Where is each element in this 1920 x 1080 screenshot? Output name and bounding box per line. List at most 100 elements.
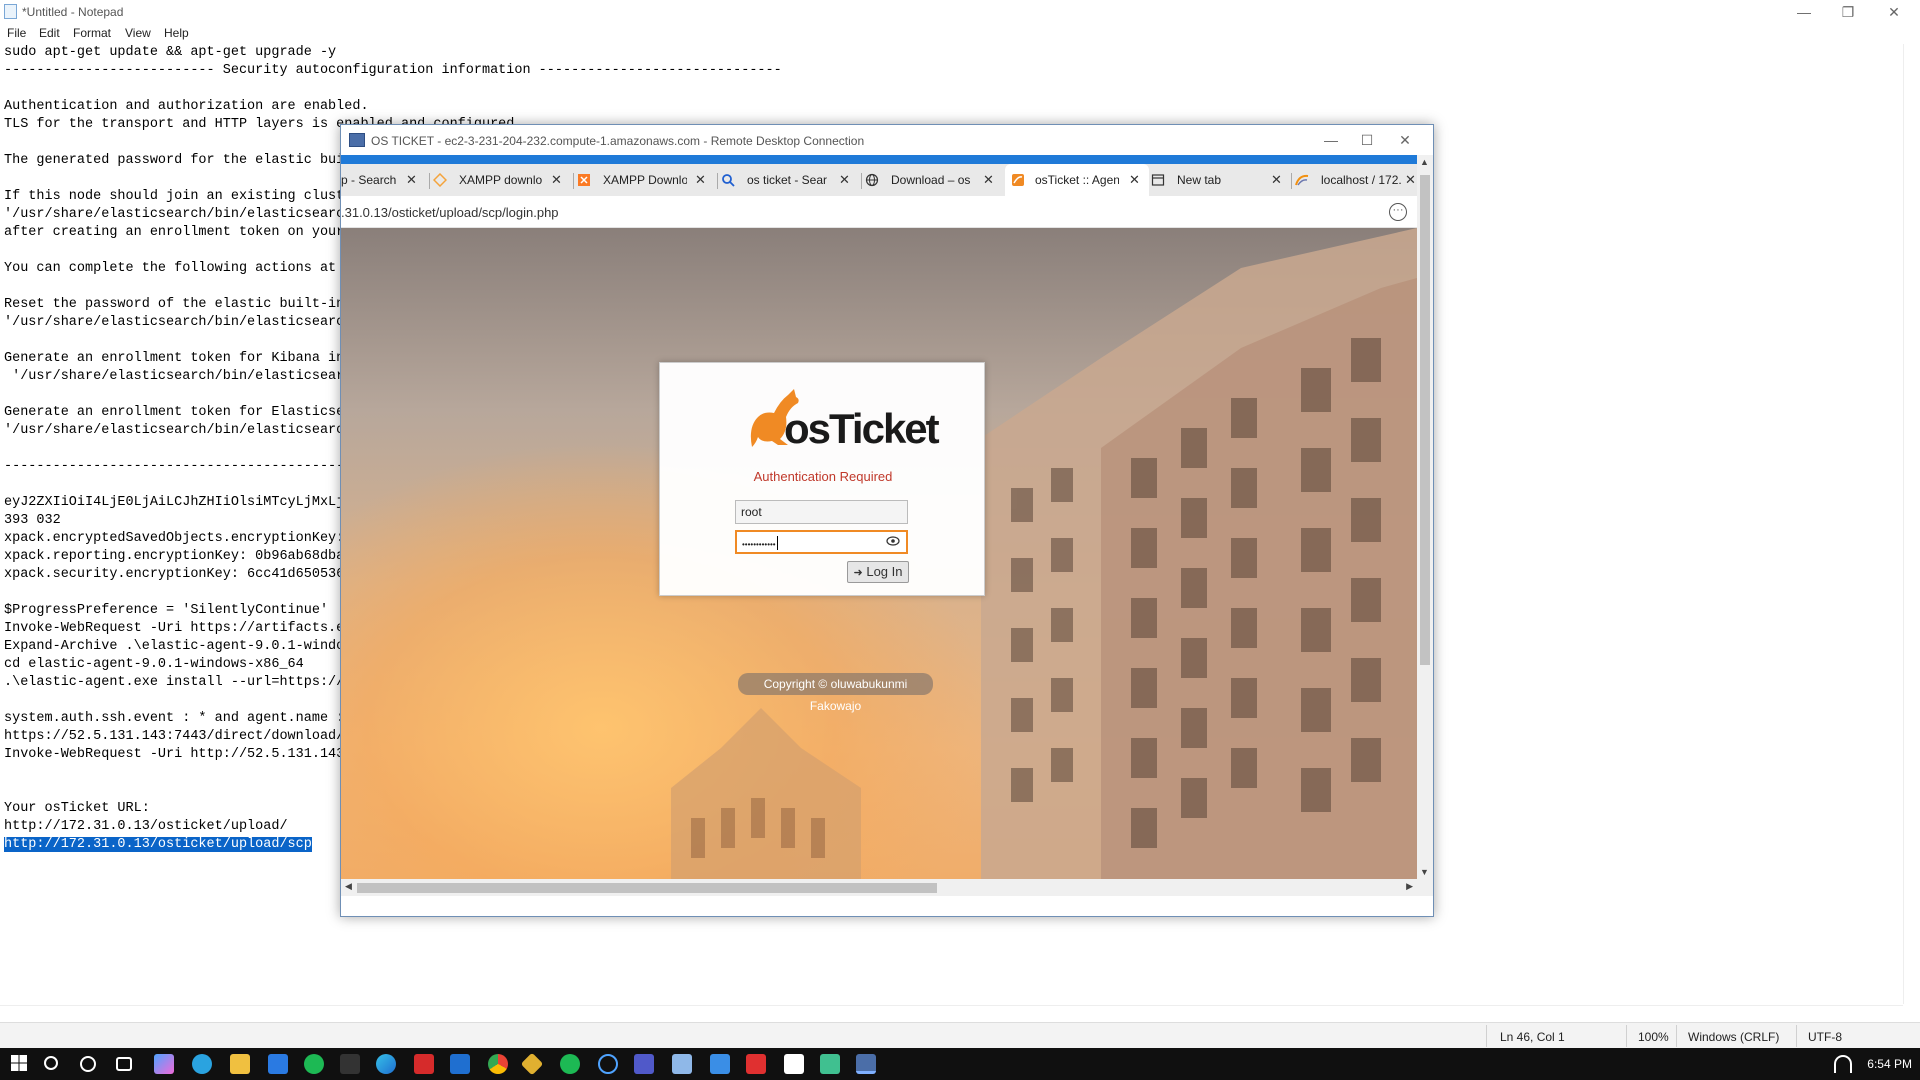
copyright-text: Copyright © oluwabukunmi Fakowajo	[738, 673, 933, 713]
tab-close-icon[interactable]: ✕	[983, 172, 994, 188]
notepad-titlebar[interactable]: *Untitled - Notepad — ❐ ✕	[0, 0, 1920, 24]
remote-desktop-taskbar-icon[interactable]	[856, 1054, 876, 1074]
rdp-horizontal-scrollbar[interactable]: ◀ ▶	[341, 879, 1433, 896]
notepad-line	[4, 80, 1904, 98]
edge-icon[interactable]	[376, 1054, 396, 1074]
rdp-titlebar[interactable]: OS TICKET - ec2-3-231-204-232.compute-1.…	[341, 125, 1433, 155]
tab-new-tab[interactable]: New tab ✕	[1151, 164, 1291, 196]
notepad-app-icon	[4, 4, 17, 19]
remote-app-icon[interactable]	[710, 1054, 730, 1074]
acrobat-icon[interactable]	[414, 1054, 434, 1074]
password-input[interactable]: ••••••••••••	[735, 530, 908, 554]
copilot-icon[interactable]	[154, 1054, 174, 1074]
store-icon[interactable]	[268, 1054, 288, 1074]
selected-text: http://172.31.0.13/osticket/upload/scp	[4, 837, 312, 852]
maximize-button[interactable]: ❐	[1828, 2, 1868, 22]
taskbar-clock[interactable]: 6:54 PM	[1867, 1057, 1912, 1071]
network-app-icon[interactable]	[598, 1054, 618, 1074]
notepad-statusbar: Ln 46, Col 1 100% Windows (CRLF) UTF-8	[0, 1022, 1920, 1048]
tab-close-icon[interactable]: ✕	[1129, 172, 1140, 188]
outlook-icon[interactable]	[450, 1054, 470, 1074]
close-button[interactable]: ✕	[1874, 2, 1914, 22]
file-explorer-icon[interactable]	[230, 1054, 250, 1074]
tab-osticket-agent[interactable]: osTicket :: Agen ✕	[1005, 164, 1149, 196]
vscode-icon[interactable]	[820, 1054, 840, 1074]
scroll-down-arrow-icon[interactable]: ▼	[1420, 867, 1429, 877]
cortana-icon[interactable]	[80, 1056, 96, 1072]
status-encoding: UTF-8	[1808, 1030, 1842, 1044]
tab-label: localhost / 172.	[1321, 173, 1401, 187]
app-window-icon[interactable]	[672, 1054, 692, 1074]
tab-close-icon[interactable]: ✕	[695, 172, 706, 188]
start-icon[interactable]	[10, 1054, 30, 1074]
tab-close-icon[interactable]: ✕	[551, 172, 562, 188]
chrome-icon[interactable]	[488, 1054, 508, 1074]
status-line-ending: Windows (CRLF)	[1688, 1030, 1780, 1044]
app-diamond-icon[interactable]	[520, 1052, 544, 1076]
scroll-up-arrow-icon[interactable]: ▲	[1420, 157, 1429, 167]
tab-xampp-download[interactable]: XAMPP downlo ✕	[433, 164, 573, 196]
tab-close-icon[interactable]: ✕	[1405, 172, 1416, 188]
notepad-line: Authentication and authorization are ena…	[4, 99, 369, 114]
minimize-button[interactable]: —	[1784, 2, 1824, 22]
rdp-vertical-scroll-thumb[interactable]	[1420, 175, 1430, 665]
username-input[interactable]: root	[735, 500, 908, 524]
tab-close-icon[interactable]: ✕	[1271, 172, 1282, 188]
rdp-close-button[interactable]: ✕	[1385, 130, 1425, 150]
spotify-2-icon[interactable]	[560, 1054, 580, 1074]
remote-desktop-icon	[349, 133, 365, 147]
tab-osticket-search[interactable]: os ticket - Sear ✕	[721, 164, 861, 196]
tab-label: Download – os	[891, 173, 971, 187]
tab-label: XAMPP downlo	[459, 173, 543, 187]
logo-text: osTicket	[784, 405, 940, 452]
scroll-left-arrow-icon[interactable]: ◀	[345, 881, 352, 892]
sign-in-icon: ➜	[853, 567, 863, 579]
telegram-icon[interactable]	[192, 1054, 212, 1074]
tab-localhost[interactable]: localhost / 172. ✕	[1295, 164, 1417, 196]
teams-icon[interactable]	[634, 1054, 654, 1074]
network-status-icon[interactable]	[1834, 1055, 1852, 1073]
notepad-horizontal-scrollbar[interactable]	[0, 1005, 1903, 1022]
tab-close-icon[interactable]: ✕	[839, 172, 850, 188]
address-url: .31.0.13/osticket/upload/scp/login.php	[341, 205, 559, 220]
menu-file[interactable]: File	[7, 26, 26, 40]
osticket-logo: osTicket	[744, 387, 940, 452]
task-view-icon[interactable]	[116, 1057, 132, 1071]
osticket-icon	[1012, 174, 1024, 186]
password-value: ••••••••••••	[742, 540, 776, 549]
scroll-right-arrow-icon[interactable]: ▶	[1406, 881, 1413, 892]
app-red-icon[interactable]	[746, 1054, 766, 1074]
status-zoom: 100%	[1638, 1030, 1669, 1044]
tab-close-icon[interactable]: ✕	[406, 172, 417, 188]
browser-viewport: osTicket Authentication Required root ••…	[341, 228, 1417, 879]
rdp-title: OS TICKET - ec2-3-231-204-232.compute-1.…	[371, 134, 865, 148]
login-box: osTicket Authentication Required root ••…	[659, 362, 985, 596]
rdp-minimize-button[interactable]: —	[1311, 130, 1351, 150]
tab-xampp-downloads[interactable]: XAMPP Downlo ✕	[577, 164, 717, 196]
auth-required-message: Authentication Required	[753, 469, 893, 484]
spotify-icon[interactable]	[304, 1054, 324, 1074]
notepad-vertical-scrollbar[interactable]	[1903, 44, 1920, 1004]
rdp-vertical-scrollbar[interactable]: ▲ ▼	[1417, 155, 1433, 879]
menu-edit[interactable]: Edit	[39, 26, 60, 40]
xampp-icon	[578, 174, 590, 186]
notepad-line: sudo apt-get update && apt-get upgrade -…	[4, 45, 337, 60]
more-options-icon[interactable]: ···	[1389, 203, 1407, 221]
menu-format[interactable]: Format	[73, 26, 111, 40]
tab-download-os[interactable]: Download – os ✕	[865, 164, 1005, 196]
address-bar[interactable]: .31.0.13/osticket/upload/scp/login.php ·…	[341, 196, 1417, 228]
tab-label: os ticket - Sear	[747, 173, 828, 187]
show-password-eye-icon[interactable]	[886, 536, 900, 546]
search-icon[interactable]	[44, 1056, 58, 1070]
notepad-title: *Untitled - Notepad	[22, 5, 124, 19]
login-button-label: Log In	[866, 564, 903, 579]
login-button[interactable]: ➜ Log In	[847, 561, 909, 583]
menu-help[interactable]: Help	[164, 26, 189, 40]
menu-view[interactable]: View	[125, 26, 151, 40]
tab-search[interactable]: p - Search ✕	[341, 164, 426, 196]
rdp-maximize-button[interactable]: ☐	[1347, 130, 1387, 150]
app-icon[interactable]	[340, 1054, 360, 1074]
phpmyadmin-icon	[1295, 174, 1309, 186]
rdp-horizontal-scroll-thumb[interactable]	[357, 883, 937, 893]
app-white-icon[interactable]	[784, 1054, 804, 1074]
